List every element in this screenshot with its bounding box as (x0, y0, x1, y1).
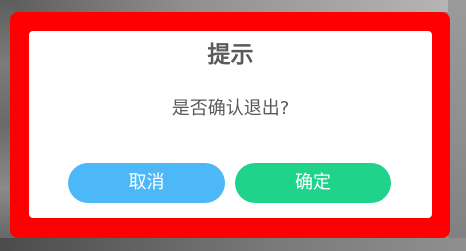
background-top (0, 0, 466, 12)
dialog-message: 是否确认退出? (171, 98, 290, 119)
dialog-title: 提示 (207, 42, 254, 68)
background-bottom (0, 238, 466, 251)
background-right (448, 0, 466, 251)
cancel-button[interactable]: 取消 (68, 163, 225, 203)
confirm-button[interactable]: 确定 (235, 163, 391, 203)
confirm-exit-dialog: 提示 是否确认退出? 取消 确定 (29, 31, 432, 218)
